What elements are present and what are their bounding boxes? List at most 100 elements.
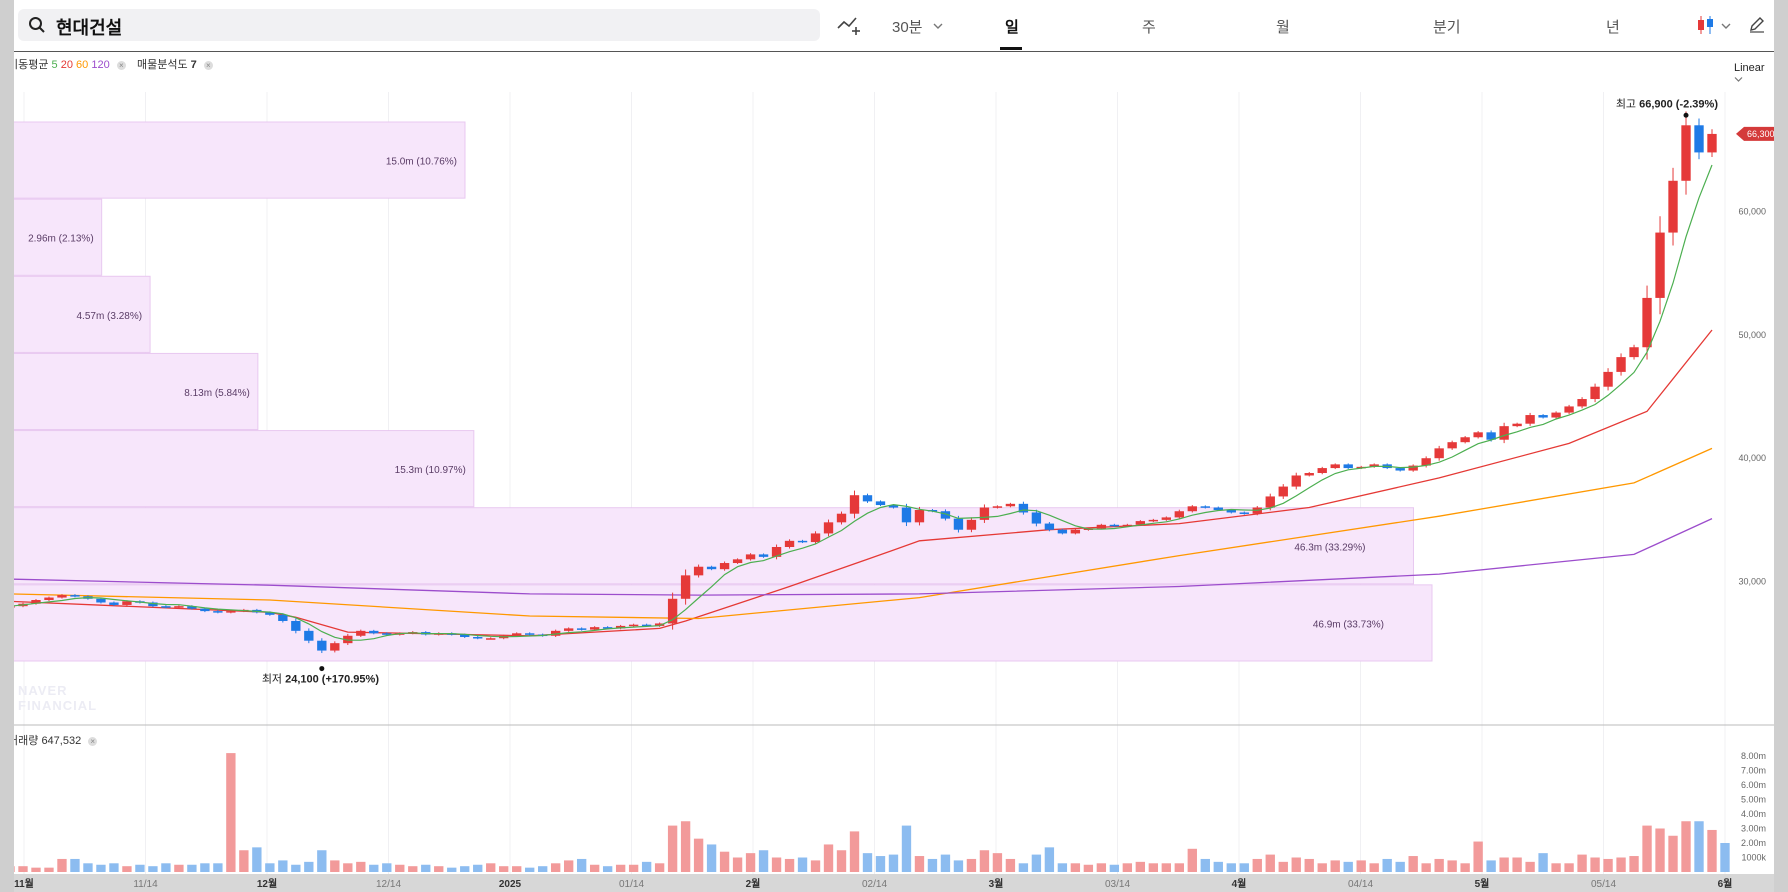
volume-bar (1655, 828, 1665, 872)
candle (1694, 125, 1704, 153)
volume-bar (615, 864, 626, 872)
chart-area[interactable]: 46.9m (33.73%) 46.3m (33.29%) 15.3m (10.97… (14, 52, 1774, 892)
low-label: 최저 24,100 (+170.95%) (262, 673, 380, 686)
volume-bar (291, 864, 301, 872)
candle (1239, 512, 1249, 514)
volume-bar (628, 864, 639, 872)
volume-tick-label: 6.00m (1741, 780, 1766, 790)
candle (200, 608, 210, 612)
candle (1668, 180, 1678, 233)
tab-day[interactable]: 일 (1005, 16, 1019, 37)
tab-month[interactable]: 월 (1276, 16, 1290, 37)
candle (57, 595, 67, 598)
volume-bar (1434, 858, 1444, 872)
search-query[interactable]: 현대건설 (56, 14, 122, 40)
volume-tick-label: 1000k (1741, 853, 1766, 863)
high-prefix: 최고 (1616, 97, 1639, 110)
volume-bar (758, 850, 769, 872)
candle (1499, 426, 1509, 440)
candle (966, 519, 977, 530)
volume-bar (693, 838, 704, 872)
volume-profile-legend[interactable]: 매물분석도 7 × (137, 56, 213, 72)
volume-bar (187, 864, 197, 872)
ma-label: 이동평균 (14, 59, 49, 71)
candle (719, 563, 730, 570)
high-value: 66,900 (-2.39%) (1639, 98, 1718, 110)
volume-bar (44, 867, 54, 872)
candle (1291, 475, 1301, 487)
candle (1512, 423, 1522, 427)
tab-year[interactable]: 년 (1606, 16, 1620, 37)
candle (317, 640, 327, 651)
tab-week[interactable]: 주 (1142, 16, 1156, 37)
search-icon[interactable] (28, 16, 46, 39)
volume-profile-label: 4.57m (3.28%) (76, 311, 142, 322)
volume-bar (213, 863, 223, 872)
volume-bar (1278, 861, 1288, 872)
candle (1109, 524, 1120, 527)
time-tick-label: 11월 (14, 878, 34, 890)
volume-bar (1304, 858, 1314, 872)
interval-label: 30분 (892, 19, 923, 36)
volume-tick-label: 8.00m (1741, 751, 1766, 761)
volume-bar (265, 863, 275, 872)
candle (213, 611, 223, 613)
candle (96, 598, 106, 603)
time-tick-label: 11/14 (133, 879, 158, 890)
candle-chevron-down-icon[interactable] (1721, 17, 1731, 34)
chart-type-icon[interactable] (836, 14, 862, 40)
chevron-down-icon[interactable] (933, 17, 943, 34)
volume-bar (317, 850, 327, 872)
volume-bar (473, 864, 483, 872)
candle (862, 495, 873, 502)
scale-mode-button[interactable]: Linear (1734, 62, 1774, 86)
volume-bar (1395, 861, 1405, 872)
volume-bar (1720, 843, 1730, 872)
interval-select[interactable]: 30분 (892, 16, 923, 37)
candle (901, 507, 912, 523)
time-tick-label: 2025 (499, 879, 522, 890)
volume-legend[interactable]: 거래량 647,532 × (14, 732, 98, 748)
volume-bar (1005, 858, 1016, 872)
volume-bar (914, 856, 925, 872)
volume-bar (252, 847, 262, 872)
volume-bar (1213, 861, 1223, 872)
ma-period-20: 20 (60, 59, 73, 71)
volume-bar (1109, 864, 1120, 872)
time-tick-label: 05/14 (1591, 879, 1616, 890)
volume-bar (1590, 857, 1600, 872)
pencil-icon[interactable] (1748, 15, 1766, 37)
candle (1005, 503, 1016, 507)
close-icon[interactable]: × (203, 60, 213, 70)
candle (122, 601, 132, 605)
volume-bar (1070, 863, 1081, 872)
close-icon[interactable]: × (88, 736, 98, 746)
volume-bar (1252, 858, 1262, 872)
watermark-logo: NAVER FINANCIAL (18, 683, 98, 713)
tab-quarter[interactable]: 분기 (1433, 16, 1461, 37)
active-tab-indicator (1000, 47, 1022, 50)
volume-bar (1174, 863, 1184, 872)
volume-bar (1616, 857, 1626, 872)
candle (1330, 464, 1340, 469)
volume-bar (460, 866, 470, 872)
volume-profile-label: 46.9m (33.73%) (1313, 619, 1384, 630)
candle (1317, 468, 1327, 474)
ma-legend[interactable]: 이동평균 5 20 60 120 × (14, 56, 126, 72)
volume-bar (226, 753, 236, 872)
volume-bar (1356, 860, 1366, 872)
candle (1213, 507, 1223, 511)
time-tick-label: 01/14 (619, 879, 644, 890)
volume-bar (953, 860, 964, 872)
volume-bar (576, 858, 587, 872)
candle (1447, 442, 1457, 449)
volume-bar (512, 866, 522, 872)
candle-type-icon[interactable] (1696, 14, 1718, 40)
time-tick-label: 03/14 (1105, 879, 1130, 890)
close-icon[interactable]: × (116, 60, 126, 70)
volume-bar (109, 863, 119, 872)
volume-profile: 46.9m (33.73%) 46.3m (33.29%) 15.3m (10.97… (14, 121, 1433, 662)
search-box[interactable]: 현대건설 (18, 9, 820, 41)
volume-bar (680, 821, 691, 872)
candle (174, 606, 184, 608)
